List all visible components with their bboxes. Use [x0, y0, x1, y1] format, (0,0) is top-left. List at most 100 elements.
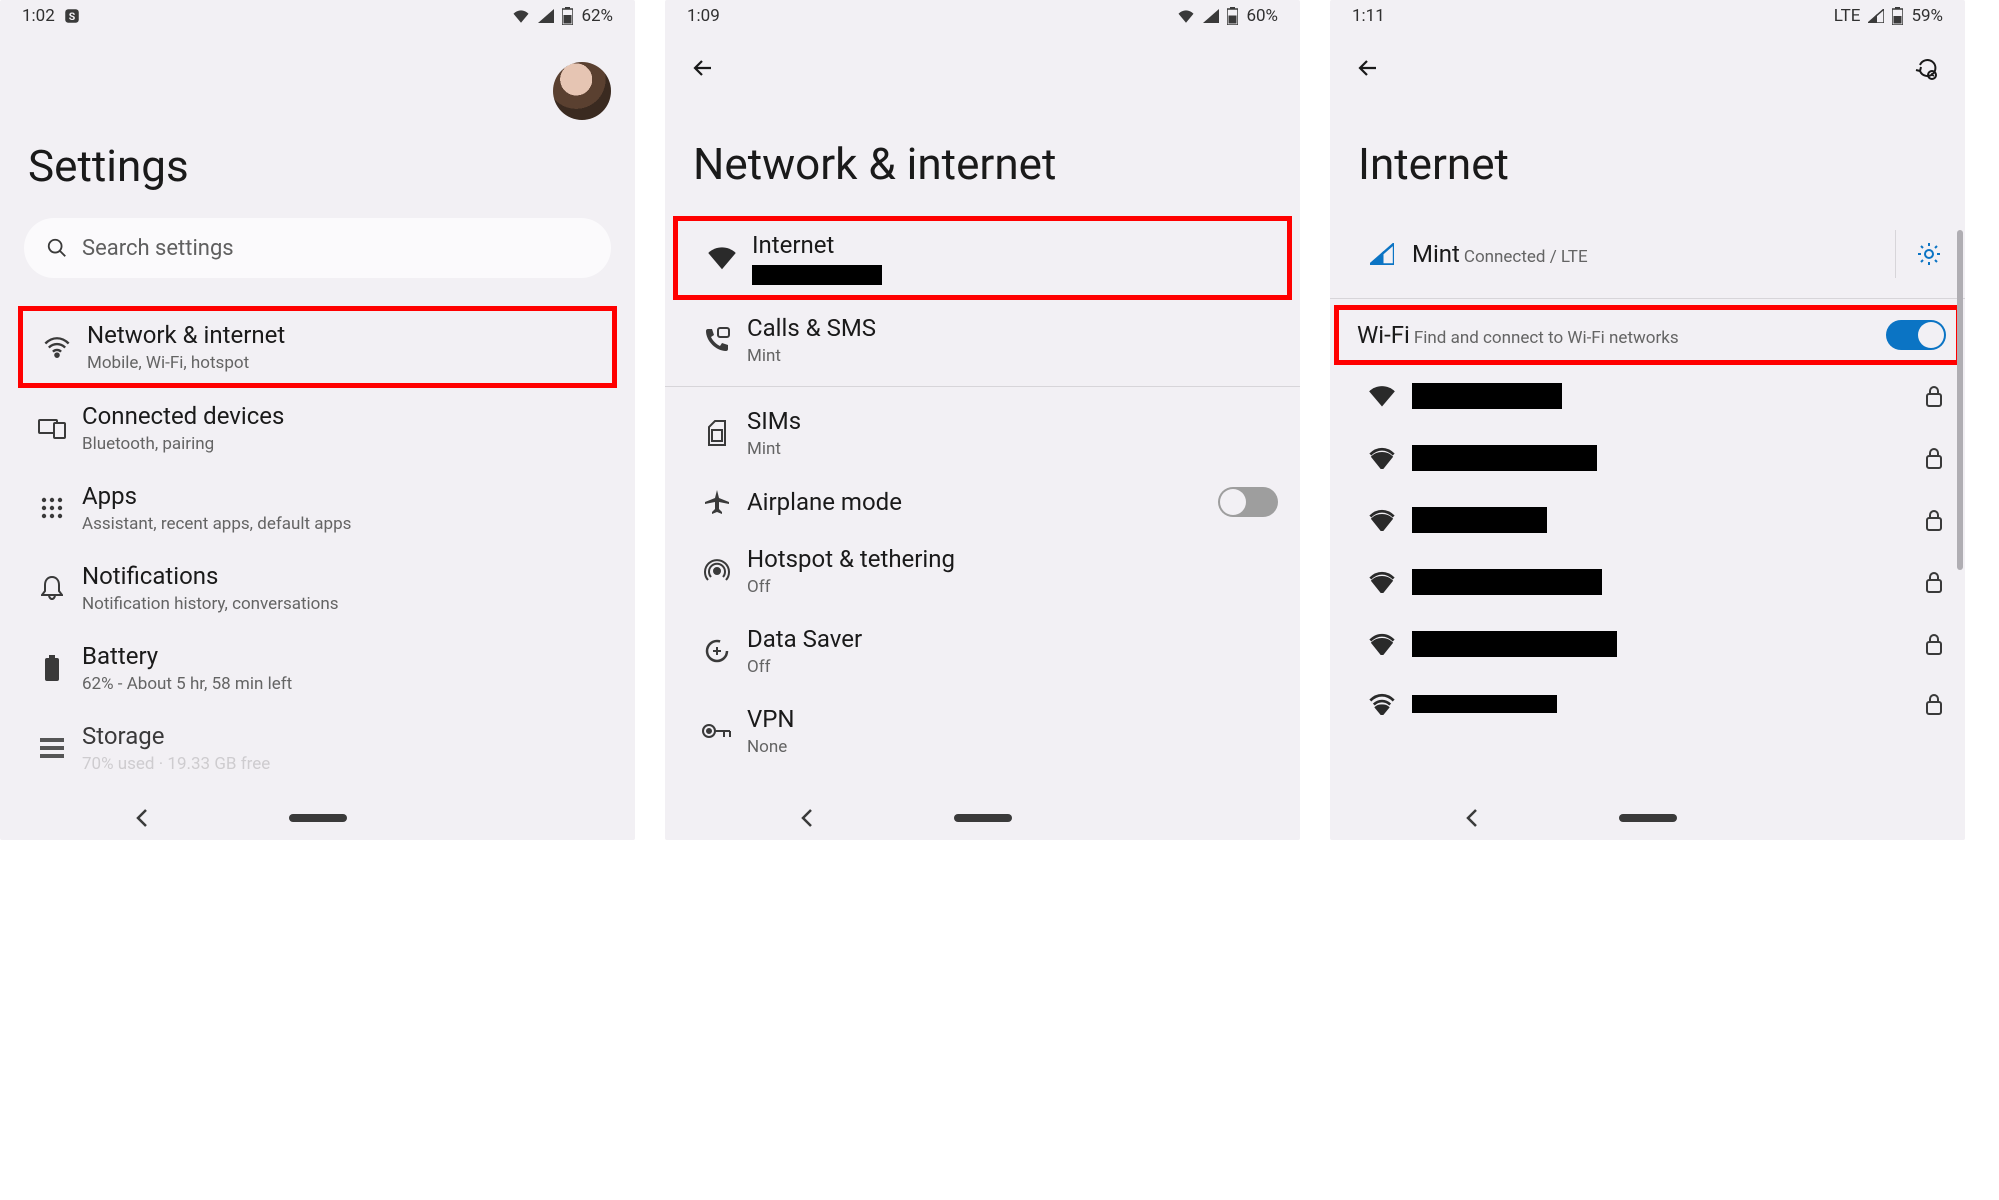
- signal-status-icon: [1203, 9, 1219, 23]
- svg-text:S: S: [69, 10, 76, 23]
- item-title: Storage: [82, 722, 270, 750]
- app-badge-icon: S: [63, 7, 81, 25]
- network-name-redacted: [1412, 569, 1602, 595]
- devices-icon: [22, 417, 82, 439]
- network-item-data-saver[interactable]: Data Saver Off: [665, 611, 1300, 691]
- settings-item-network-internet[interactable]: Network & internet Mobile, Wi-Fi, hotspo…: [18, 306, 617, 388]
- nav-back-icon[interactable]: [800, 808, 814, 828]
- network-name-redacted: [1412, 445, 1597, 471]
- item-subtitle: 62% - About 5 hr, 58 min left: [82, 674, 292, 694]
- wifi-status-icon: [1177, 9, 1195, 23]
- page-title: Settings: [0, 120, 635, 218]
- item-subtitle: Assistant, recent apps, default apps: [82, 514, 351, 534]
- item-title: Battery: [82, 642, 292, 670]
- item-title: Hotspot & tethering: [747, 545, 955, 573]
- network-item-vpn[interactable]: VPN None: [665, 691, 1300, 771]
- search-placeholder: Search settings: [82, 236, 234, 261]
- carrier-status: Connected / LTE: [1464, 247, 1588, 267]
- item-subtitle: Mint: [747, 439, 801, 459]
- item-title: Data Saver: [747, 625, 862, 653]
- network-item-internet[interactable]: Internet: [673, 216, 1292, 300]
- network-name-redacted: [1412, 383, 1562, 409]
- wifi-status-icon: [512, 9, 530, 23]
- wifi-title: Wi-Fi: [1357, 321, 1410, 349]
- apps-grid-icon: [22, 497, 82, 519]
- wifi-subtitle: Find and connect to Wi-Fi networks: [1414, 328, 1679, 348]
- wifi-network-item[interactable]: [1330, 551, 1965, 613]
- item-title: Notifications: [82, 562, 339, 590]
- item-subtitle: Mint: [747, 346, 876, 366]
- scroll-indicator[interactable]: [1957, 230, 1963, 570]
- lock-icon: [1925, 447, 1943, 469]
- phone-internet: 1:11 LTE 59% Internet Mint Connected / L…: [1330, 0, 1965, 840]
- gear-icon: [1916, 241, 1942, 267]
- carrier-settings-button[interactable]: [1895, 230, 1943, 278]
- settings-item-apps[interactable]: Apps Assistant, recent apps, default app…: [0, 468, 635, 548]
- network-name-redacted: [1412, 695, 1557, 713]
- nav-home-pill[interactable]: [289, 814, 347, 822]
- status-bar: 1:09 60%: [665, 0, 1300, 32]
- nav-back-icon[interactable]: [135, 808, 149, 828]
- network-item-airplane-mode[interactable]: Airplane mode: [665, 473, 1300, 531]
- carrier-item[interactable]: Mint Connected / LTE: [1330, 216, 1965, 292]
- page-title: Internet: [1330, 86, 1965, 216]
- navigation-bar: [665, 796, 1300, 840]
- network-type: LTE: [1834, 6, 1861, 26]
- datasaver-icon: [687, 638, 747, 664]
- profile-avatar[interactable]: [553, 62, 611, 120]
- nav-home-pill[interactable]: [1619, 814, 1677, 822]
- status-time: 1:02: [22, 6, 55, 26]
- network-item-calls-sms[interactable]: Calls & SMS Mint: [665, 300, 1300, 380]
- back-button[interactable]: [1350, 50, 1386, 86]
- item-subtitle: Bluetooth, pairing: [82, 434, 284, 454]
- divider: [1330, 298, 1965, 299]
- item-title: SIMs: [747, 407, 801, 435]
- battery-icon: [22, 655, 82, 681]
- airplane-mode-toggle[interactable]: [1218, 487, 1278, 517]
- lock-icon: [1925, 509, 1943, 531]
- item-title: Calls & SMS: [747, 314, 876, 342]
- item-subtitle: 70% used · 19.33 GB free: [82, 754, 270, 774]
- wifi-fill-icon: [692, 246, 752, 270]
- item-title: VPN: [747, 705, 795, 733]
- network-name-redacted: [1412, 631, 1617, 657]
- status-time: 1:11: [1352, 6, 1385, 26]
- settings-item-connected-devices[interactable]: Connected devices Bluetooth, pairing: [0, 388, 635, 468]
- reset-network-icon[interactable]: [1909, 50, 1945, 86]
- phone-network-internet: 1:09 60% Network & internet Internet: [665, 0, 1300, 840]
- search-settings-input[interactable]: Search settings: [24, 218, 611, 278]
- battery-status-icon: [1892, 7, 1903, 25]
- network-item-hotspot[interactable]: Hotspot & tethering Off: [665, 531, 1300, 611]
- wifi-network-item[interactable]: [1330, 427, 1965, 489]
- battery-status-icon: [562, 7, 573, 25]
- item-title: Internet: [752, 231, 882, 259]
- settings-item-battery[interactable]: Battery 62% - About 5 hr, 58 min left: [0, 628, 635, 708]
- lock-icon: [1925, 571, 1943, 593]
- item-title: Apps: [82, 482, 351, 510]
- item-title: Connected devices: [82, 402, 284, 430]
- signal-icon: [1352, 243, 1412, 265]
- wifi-network-item[interactable]: [1330, 365, 1965, 427]
- nav-back-icon[interactable]: [1465, 808, 1479, 828]
- back-button[interactable]: [685, 50, 721, 86]
- settings-item-notifications[interactable]: Notifications Notification history, conv…: [0, 548, 635, 628]
- page-title: Network & internet: [665, 86, 1300, 216]
- network-item-sims[interactable]: SIMs Mint: [665, 393, 1300, 473]
- item-subtitle: Off: [747, 577, 955, 597]
- item-title: Network & internet: [87, 321, 285, 349]
- status-bar: 1:02 S 62%: [0, 0, 635, 32]
- wifi-toggle[interactable]: [1886, 320, 1946, 350]
- wifi-network-item[interactable]: [1330, 613, 1965, 675]
- wifi-network-item[interactable]: [1330, 675, 1965, 719]
- carrier-name: Mint: [1412, 240, 1460, 268]
- item-subtitle: Off: [747, 657, 862, 677]
- nav-home-pill[interactable]: [954, 814, 1012, 822]
- battery-status-icon: [1227, 7, 1238, 25]
- status-bar: 1:11 LTE 59%: [1330, 0, 1965, 32]
- settings-item-storage[interactable]: Storage 70% used · 19.33 GB free: [0, 708, 635, 788]
- wifi-toggle-row[interactable]: Wi-Fi Find and connect to Wi-Fi networks: [1334, 305, 1961, 365]
- lock-icon: [1925, 633, 1943, 655]
- wifi-signal-icon: [1352, 447, 1412, 469]
- wifi-network-item[interactable]: [1330, 489, 1965, 551]
- wifi-signal-icon: [1352, 693, 1412, 715]
